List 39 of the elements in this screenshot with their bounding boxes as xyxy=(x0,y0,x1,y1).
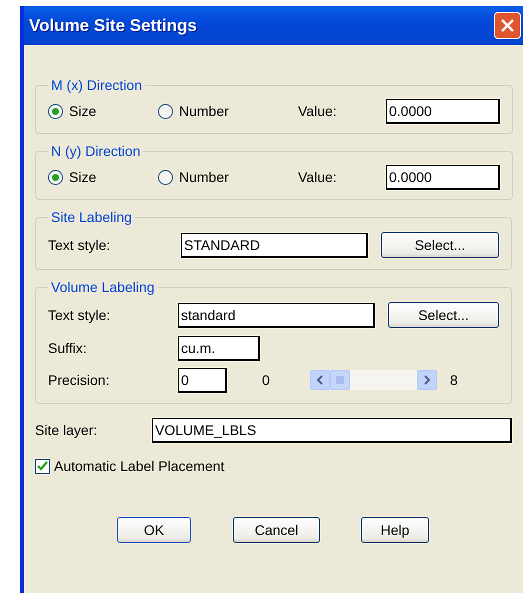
value-label: Value: xyxy=(298,103,338,119)
checkbox[interactable] xyxy=(35,458,50,474)
suffix-field[interactable]: cu.m. xyxy=(178,336,260,360)
site-layer-field[interactable]: VOLUME_LBLS xyxy=(152,418,512,442)
slider-thumb[interactable] xyxy=(330,370,350,390)
text-style-field[interactable]: standard xyxy=(178,302,375,328)
checkbox-label: Automatic Label Placement xyxy=(54,458,224,474)
window-title: Volume Site Settings xyxy=(29,16,197,36)
value-label: Value: xyxy=(298,169,338,185)
value-field[interactable]: 0.0000 xyxy=(386,164,500,190)
radio-button[interactable] xyxy=(48,104,63,118)
text-style-label: Text style: xyxy=(48,237,112,253)
radio-button[interactable] xyxy=(158,104,173,118)
group-title: M (x) Direction xyxy=(50,77,144,93)
value-field[interactable]: 0.0000 xyxy=(386,98,500,124)
site-layer-label: Site layer: xyxy=(35,422,98,438)
radio-label: Number xyxy=(179,103,229,119)
radio-button[interactable] xyxy=(48,170,63,184)
select-button[interactable]: Select... xyxy=(388,302,499,328)
select-button[interactable]: Select... xyxy=(381,232,499,258)
precision-field[interactable]: 0 xyxy=(178,368,227,392)
group-title: N (y) Direction xyxy=(50,143,142,159)
max-value: 8 xyxy=(450,372,458,388)
min-value: 0 xyxy=(262,372,271,388)
ok-button[interactable]: OK xyxy=(117,517,191,543)
radio-label: Size xyxy=(69,169,96,185)
group-title: Site Labeling xyxy=(50,209,133,225)
close-icon xyxy=(500,18,515,33)
text-style-label: Text style: xyxy=(48,307,112,323)
help-button[interactable]: Help xyxy=(361,517,429,543)
close-button[interactable] xyxy=(494,12,521,39)
radio-label: Size xyxy=(69,103,96,119)
radio-label: Number xyxy=(179,169,229,185)
group-title: Volume Labeling xyxy=(50,279,156,295)
cancel-button[interactable]: Cancel xyxy=(233,517,320,543)
precision-label: Precision: xyxy=(48,372,110,388)
suffix-label: Suffix: xyxy=(48,340,88,356)
radio-button[interactable] xyxy=(158,170,173,184)
text-style-field[interactable]: STANDARD xyxy=(181,232,368,258)
